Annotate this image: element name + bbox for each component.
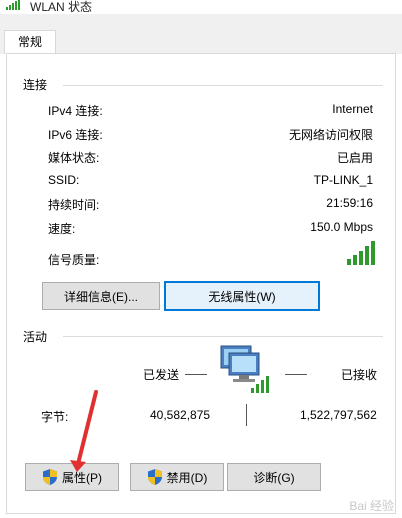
signal-quality-label: 信号质量: bbox=[48, 253, 100, 267]
disable-button[interactable]: 禁用(D) bbox=[130, 463, 224, 491]
general-panel: 连接 IPv4 连接: Internet IPv6 连接: 无网络访问权限 媒体… bbox=[6, 53, 396, 514]
uac-shield-icon bbox=[43, 469, 57, 485]
ipv6-label: IPv6 连接: bbox=[48, 128, 103, 142]
properties-button-label: 属性(P) bbox=[62, 470, 102, 485]
ssid-label: SSID: bbox=[48, 173, 80, 187]
bytes-sent-value: 40,582,875 bbox=[150, 408, 211, 422]
sent-label: 已发送 bbox=[143, 368, 180, 382]
signal-bar-5 bbox=[371, 241, 375, 265]
ipv4-label: IPv4 连接: bbox=[48, 104, 103, 118]
ipv6-value: 无网络访问权限 bbox=[288, 128, 373, 142]
ipv4-value: Internet bbox=[332, 102, 373, 116]
media-state-label: 媒体状态: bbox=[48, 151, 100, 165]
connection-section-title: 连接 bbox=[23, 78, 48, 92]
signal-bar-4 bbox=[365, 246, 369, 265]
speed-value: 150.0 Mbps bbox=[310, 220, 373, 234]
signal-bar-2 bbox=[353, 255, 357, 265]
wireless-properties-button-label: 无线属性(W) bbox=[208, 289, 276, 304]
diagnose-button-label: 诊断(G) bbox=[253, 470, 295, 485]
wifi-signal-icon bbox=[6, 0, 20, 10]
properties-button[interactable]: 属性(P) bbox=[25, 463, 119, 491]
disable-button-label: 禁用(D) bbox=[166, 470, 208, 485]
signal-bar-1 bbox=[347, 259, 351, 265]
received-label: 已接收 bbox=[341, 368, 378, 382]
received-dash bbox=[285, 374, 307, 375]
sent-dash bbox=[185, 374, 207, 375]
uac-shield-icon bbox=[147, 469, 162, 485]
watermark: Bai 经验 bbox=[349, 499, 394, 513]
activity-divider bbox=[63, 336, 383, 337]
wireless-properties-button[interactable]: 无线属性(W) bbox=[164, 281, 320, 311]
duration-value: 21:59:16 bbox=[326, 196, 373, 210]
signal-bar-3 bbox=[359, 251, 363, 265]
details-button-label: 详细信息(E)... bbox=[64, 289, 138, 304]
bytes-separator bbox=[246, 404, 247, 426]
bytes-received-value: 1,522,797,562 bbox=[300, 408, 377, 422]
network-computers-icon bbox=[220, 345, 269, 393]
window-title: WLAN 状态 bbox=[30, 0, 93, 14]
tab-strip: 常规 bbox=[0, 14, 402, 54]
speed-label: 速度: bbox=[48, 222, 76, 236]
duration-label: 持续时间: bbox=[48, 198, 100, 212]
tab-general[interactable]: 常规 bbox=[4, 30, 56, 54]
ssid-value: TP-LINK_1 bbox=[313, 173, 373, 187]
diagnose-button[interactable]: 诊断(G) bbox=[227, 463, 321, 491]
title-bar: WLAN 状态 bbox=[0, 0, 402, 14]
bytes-label: 字节: bbox=[41, 410, 69, 424]
media-state-value: 已启用 bbox=[336, 151, 373, 165]
signal-quality-icon bbox=[347, 241, 375, 265]
connection-divider bbox=[63, 85, 383, 86]
details-button[interactable]: 详细信息(E)... bbox=[42, 282, 160, 310]
activity-section-title: 活动 bbox=[23, 330, 48, 344]
